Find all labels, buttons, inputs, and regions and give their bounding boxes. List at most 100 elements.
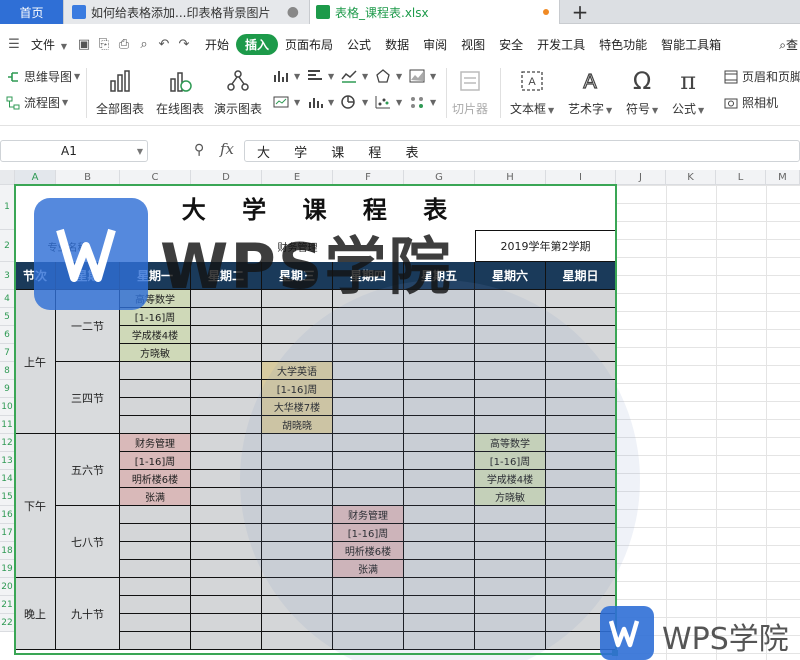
schedule-cell[interactable] [546,488,616,506]
course-cell-monday[interactable]: 张满 [120,488,191,506]
schedule-cell[interactable] [262,290,333,308]
schedule-cell[interactable] [546,416,616,434]
session-3-4[interactable]: 三四节 [56,362,120,434]
course-cell-thursday[interactable]: [1-16]周 [333,524,404,542]
more-charts-button[interactable]: ▼ [408,94,436,110]
online-charts-button[interactable]: 在线图表 [156,68,204,117]
schedule-cell[interactable] [333,326,404,344]
schedule-cell[interactable] [333,578,404,596]
schedule-cell[interactable] [262,452,333,470]
course-cell-wednesday[interactable]: 胡晓晓 [262,416,333,434]
schedule-cell[interactable] [191,470,262,488]
bar-chart-button[interactable]: ▼ [306,68,334,84]
schedule-cell[interactable] [333,434,404,452]
row-header[interactable]: 9 [0,380,15,398]
menu-developer[interactable]: 开发工具 [530,36,592,53]
row-header[interactable]: 17 [0,524,15,542]
schedule-cell[interactable] [404,578,475,596]
menu-toolbox[interactable]: 智能工具箱 [654,36,728,53]
schedule-cell[interactable] [546,290,616,308]
schedule-cell[interactable] [404,434,475,452]
header-session[interactable]: 星期 [56,262,120,290]
course-cell-thursday[interactable]: 张满 [333,560,404,578]
schedule-cell[interactable] [404,524,475,542]
schedule-cell[interactable] [120,398,191,416]
scatter-chart-button[interactable]: ▼ [374,94,402,110]
column-header-j[interactable]: J [616,170,666,185]
row-header[interactable]: 13 [0,452,15,470]
schedule-cell[interactable] [191,596,262,614]
schedule-cell[interactable] [333,398,404,416]
schedule-cell[interactable] [546,452,616,470]
schedule-cell[interactable] [404,398,475,416]
schedule-cell[interactable] [191,524,262,542]
formula-input[interactable]: 大 学 课 程 表 [244,140,800,162]
menu-security[interactable]: 安全 [492,36,530,53]
session-9-10[interactable]: 九十节 [56,578,120,650]
column-header-g[interactable]: G [404,170,475,185]
schedule-cell[interactable] [475,326,546,344]
header-monday[interactable]: 星期一 [120,262,191,290]
schedule-cell[interactable] [475,380,546,398]
close-icon[interactable]: ● [287,4,299,20]
schedule-cell[interactable] [404,542,475,560]
formula-button[interactable]: π 公式 ▼ [672,67,704,117]
term-label[interactable]: 2019学年第2学期 [475,230,616,262]
row-header[interactable]: 20 [0,578,15,596]
major-label[interactable]: 专业名称 [15,230,120,262]
schedule-cell[interactable] [404,614,475,632]
menu-review[interactable]: 审阅 [416,36,454,53]
select-all-corner[interactable] [0,170,15,185]
schedule-cell[interactable] [404,452,475,470]
schedule-cell[interactable] [546,344,616,362]
period-evening[interactable]: 晚上 [15,578,56,650]
column-header-d[interactable]: D [191,170,262,185]
column-header-c[interactable]: C [120,170,191,185]
course-cell-saturday[interactable]: 方晓敏 [475,488,546,506]
row-header[interactable]: 5 [0,308,15,326]
schedule-cell[interactable] [191,290,262,308]
row-header[interactable]: 3 [0,262,15,290]
schedule-cell[interactable] [404,362,475,380]
schedule-cell[interactable] [333,344,404,362]
schedule-cell[interactable] [262,560,333,578]
schedule-cell[interactable] [404,506,475,524]
hamburger-icon[interactable]: ☰ [4,36,24,52]
menu-data[interactable]: 数据 [378,36,416,53]
schedule-cell[interactable] [475,524,546,542]
schedule-cell[interactable] [404,560,475,578]
schedule-cell[interactable] [333,632,404,650]
column-chart-button[interactable]: ▼ [272,68,300,84]
export-icon[interactable]: ⎘ [94,36,114,52]
course-cell-monday[interactable]: 学成楼4楼 [120,326,191,344]
spreadsheet-grid[interactable]: A B C D E F G H I J K L M 1 2 3 4 5 6 7 … [0,170,800,660]
course-cell-wednesday[interactable]: [1-16]周 [262,380,333,398]
name-box[interactable]: A1 ▼ [0,140,148,162]
schedule-cell[interactable] [404,326,475,344]
schedule-cell[interactable] [333,362,404,380]
schedule-cell[interactable] [191,578,262,596]
schedule-cell[interactable] [191,308,262,326]
schedule-cell[interactable] [262,326,333,344]
row-header[interactable]: 4 [0,290,15,308]
schedule-cell[interactable] [191,434,262,452]
schedule-cell[interactable] [333,470,404,488]
schedule-cell[interactable] [191,488,262,506]
schedule-cell[interactable] [262,470,333,488]
schedule-cell[interactable] [546,380,616,398]
schedule-cell[interactable] [404,344,475,362]
column-header-l[interactable]: L [716,170,766,185]
schedule-cell[interactable] [475,290,546,308]
header-tuesday[interactable]: 星期二 [191,262,262,290]
menu-file[interactable]: 文件 ▼ [24,36,74,53]
schedule-cell[interactable] [475,506,546,524]
column-header-e[interactable]: E [262,170,333,185]
row-header[interactable]: 15 [0,488,15,506]
wordart-button[interactable]: A 艺术字 ▼ [568,68,612,117]
schedule-cell[interactable] [120,416,191,434]
schedule-cell[interactable] [191,362,262,380]
schedule-cell[interactable] [546,308,616,326]
schedule-cell[interactable] [404,488,475,506]
row-header[interactable]: 6 [0,326,15,344]
row-header[interactable]: 2 [0,230,15,262]
